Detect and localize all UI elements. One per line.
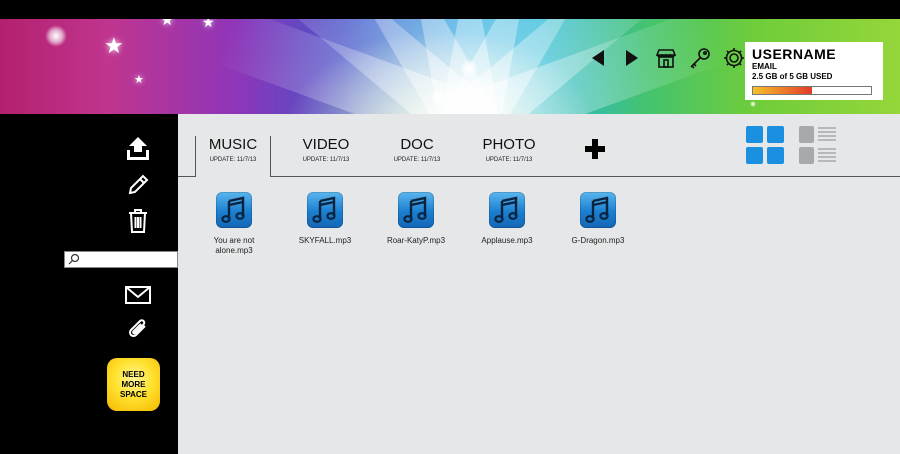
- tab-update-date: UPDATE: 11/7/13: [485, 157, 533, 163]
- file-name: SKYFALL.mp3: [298, 236, 352, 245]
- file-item[interactable]: SKYFALL.mp3: [285, 192, 365, 246]
- music-file-icon: [307, 192, 343, 228]
- need-more-space-button[interactable]: NEED MORE SPACE: [107, 358, 160, 411]
- file-browser: MUSIC UPDATE: 11/7/13 VIDEO UPDATE: 11/7…: [178, 114, 900, 454]
- sparkle-icon: [460, 59, 478, 77]
- music-file-icon: [489, 192, 525, 228]
- storage-quota-fill: [753, 87, 812, 94]
- gear-icon[interactable]: [721, 45, 747, 71]
- grid-view-icon[interactable]: [746, 126, 784, 164]
- pencil-icon[interactable]: [125, 172, 151, 198]
- user-email: EMAIL: [752, 62, 777, 71]
- tab-label: DOC: [400, 136, 434, 153]
- key-icon[interactable]: [687, 45, 713, 71]
- music-file-icon: [398, 192, 434, 228]
- trash-icon[interactable]: [125, 208, 151, 234]
- star-icon: ★: [160, 19, 175, 29]
- search-box[interactable]: [64, 251, 178, 268]
- storage-quota-bar: [752, 86, 872, 95]
- tab-doc[interactable]: DOC UPDATE: 11/7/13: [377, 136, 457, 163]
- sparkle-icon: [750, 101, 756, 107]
- file-item[interactable]: You are not alone.mp3: [194, 192, 274, 256]
- file-item[interactable]: Applause.mp3: [467, 192, 547, 246]
- tabs-divider: [178, 176, 900, 177]
- header-banner: ★ ★ ★ ★ USERNAME EMAIL 2.5 GB of 5 GB US…: [0, 19, 900, 114]
- file-item[interactable]: G-Dragon.mp3: [558, 192, 638, 246]
- file-item[interactable]: Roar-KatyP.mp3: [376, 192, 456, 246]
- tab-music[interactable]: MUSIC UPDATE: 11/7/13: [195, 136, 271, 177]
- upload-icon[interactable]: [125, 136, 151, 162]
- tab-photo[interactable]: PHOTO UPDATE: 11/7/13: [469, 136, 549, 163]
- tab-update-date: UPDATE: 11/7/13: [302, 157, 350, 163]
- star-icon: ★: [202, 19, 215, 30]
- storage-usage-text: 2.5 GB of 5 GB USED: [752, 72, 833, 81]
- tab-label: MUSIC: [208, 136, 258, 153]
- star-icon: ★: [104, 33, 124, 58]
- file-name: Roar-KatyP.mp3: [386, 236, 446, 245]
- tab-video[interactable]: VIDEO UPDATE: 11/7/13: [286, 136, 366, 163]
- list-view-icon[interactable]: [799, 126, 837, 164]
- file-name: You are not alone.mp3: [213, 236, 255, 255]
- header-nav-icons: [585, 45, 747, 71]
- search-icon: [68, 253, 80, 265]
- music-file-icon: [580, 192, 616, 228]
- sparkle-icon: [430, 89, 446, 105]
- music-file-icon: [216, 192, 252, 228]
- tab-label: PHOTO: [482, 136, 536, 153]
- envelope-icon[interactable]: [125, 282, 151, 308]
- tab-update-date: UPDATE: 11/7/13: [209, 157, 257, 163]
- user-account-box[interactable]: USERNAME EMAIL 2.5 GB of 5 GB USED: [745, 42, 883, 100]
- store-icon[interactable]: [653, 45, 679, 71]
- top-strip: [0, 0, 900, 19]
- sparkle-icon: [45, 25, 67, 47]
- back-arrow-icon[interactable]: [585, 45, 611, 71]
- star-icon: ★: [134, 74, 144, 86]
- add-tab-plus-icon[interactable]: [584, 138, 606, 160]
- username: USERNAME: [752, 46, 837, 62]
- search-input[interactable]: [81, 252, 177, 267]
- paperclip-icon[interactable]: [125, 316, 151, 342]
- file-name: Applause.mp3: [481, 236, 533, 245]
- sidebar: NEED MORE SPACE: [0, 114, 178, 454]
- forward-arrow-icon[interactable]: [619, 45, 645, 71]
- file-name: G-Dragon.mp3: [571, 236, 625, 245]
- tab-label: VIDEO: [302, 136, 350, 153]
- tab-update-date: UPDATE: 11/7/13: [393, 157, 441, 163]
